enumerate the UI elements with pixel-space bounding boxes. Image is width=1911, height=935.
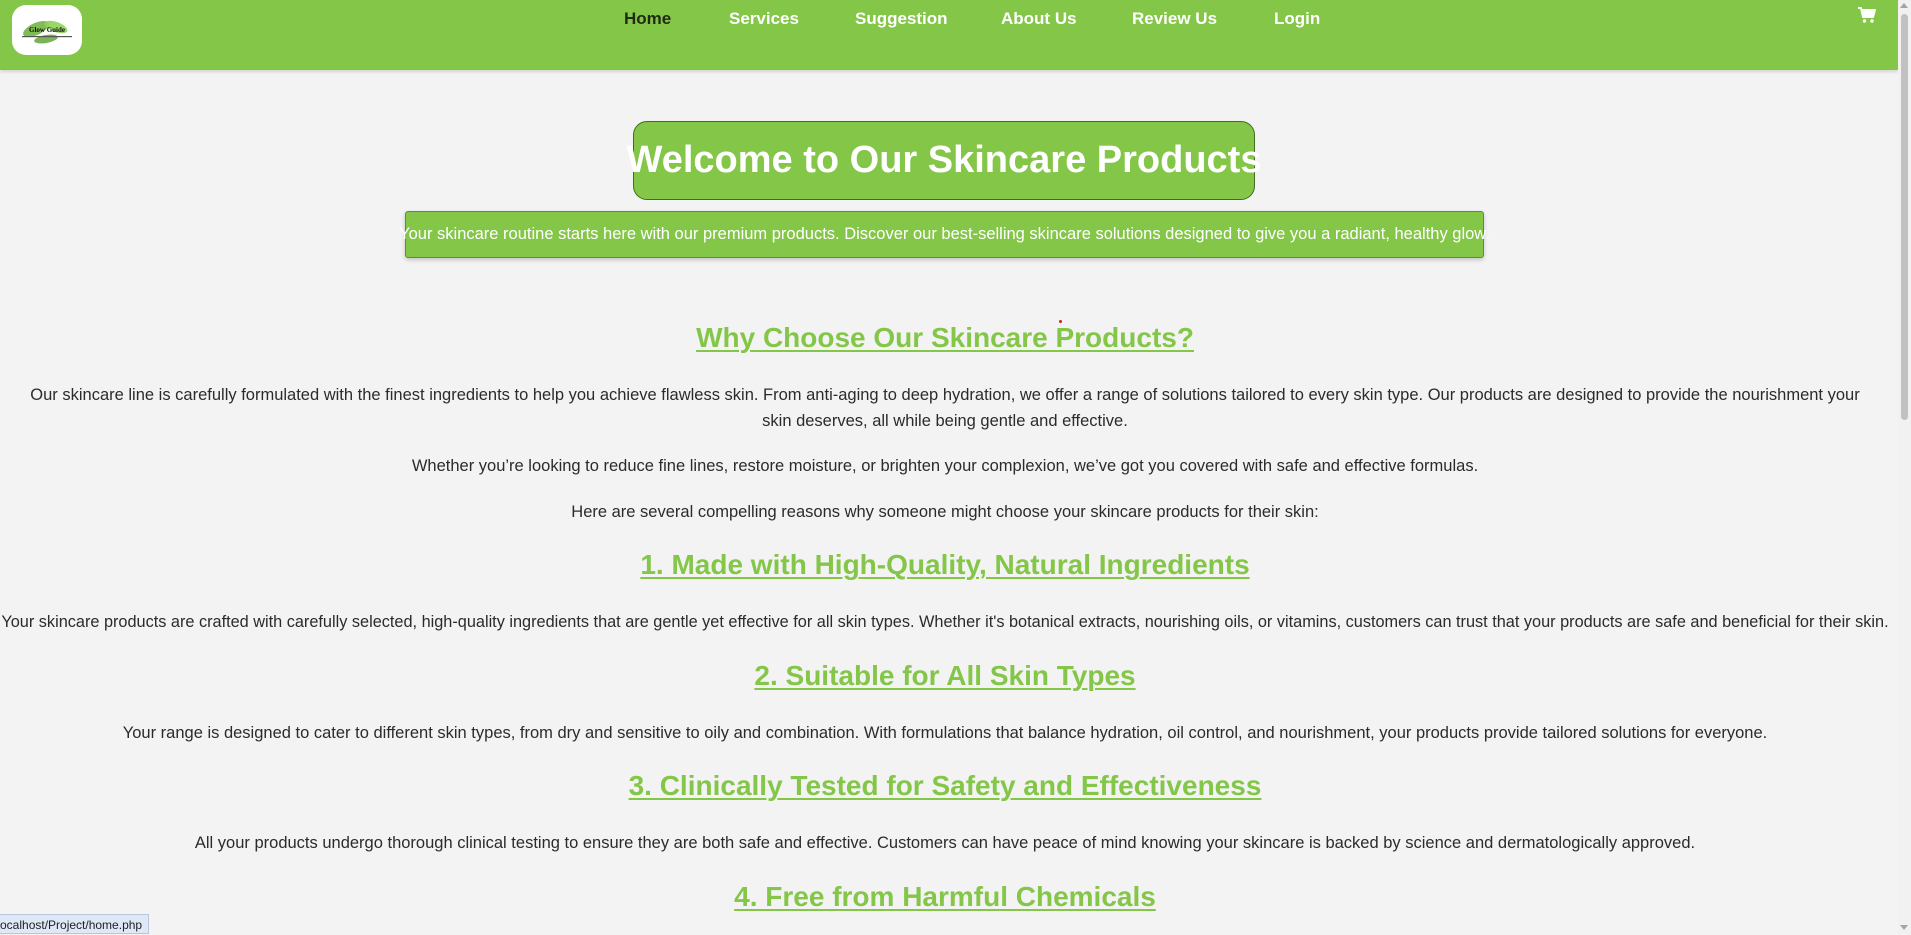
why-heading: Why Choose Our Skincare Products? <box>696 322 1194 353</box>
intro-banner: Your skincare routine starts here with o… <box>399 211 1490 258</box>
scroll-up-arrow-icon[interactable] <box>1900 3 1908 8</box>
page-title: Welcome to Our Skincare Products <box>626 139 1262 181</box>
reason-text-2: Your range is designed to cater to diffe… <box>122 724 1768 742</box>
scroll-thumb[interactable] <box>1901 14 1908 420</box>
why-paragraph-2: Whether you’re looking to reduce fine li… <box>411 457 1479 475</box>
reason-text-3: All your products undergo thorough clini… <box>194 834 1696 852</box>
reason-heading-2: 2. Suitable for All Skin Types <box>754 660 1136 691</box>
nav-services[interactable]: Services <box>729 9 799 29</box>
main-nav: Home Services Suggestion About Us Review… <box>0 9 1898 29</box>
intro-text: Your skincare routine starts here with o… <box>399 225 1490 243</box>
nav-home[interactable]: Home <box>624 9 671 29</box>
nav-about-us[interactable]: About Us <box>1001 9 1077 29</box>
link-status-bar: ocalhost/Project/home.php <box>0 914 150 934</box>
reason-heading-4: 4. Free from Harmful Chemicals <box>734 881 1156 912</box>
cart-icon <box>1858 7 1876 23</box>
vertical-scrollbar[interactable] <box>1898 0 1911 934</box>
welcome-banner: Welcome to Our Skincare Products <box>627 121 1261 200</box>
scroll-down-arrow-icon[interactable] <box>1900 925 1908 930</box>
reason-text-1: Your skincare products are crafted with … <box>1 613 1889 631</box>
nav-suggestion[interactable]: Suggestion <box>855 9 948 29</box>
reason-heading-3: 3. Clinically Tested for Safety and Effe… <box>628 770 1262 801</box>
reason-heading-1: 1. Made with High-Quality, Natural Ingre… <box>640 549 1250 580</box>
nav-review-us[interactable]: Review Us <box>1132 9 1217 29</box>
cart-button[interactable] <box>1857 6 1877 24</box>
site-header: Glow Guide Home Services Suggestion Abou… <box>0 0 1898 70</box>
why-paragraph-3: Here are several compelling reasons why … <box>571 503 1319 521</box>
nav-login[interactable]: Login <box>1274 9 1320 29</box>
why-paragraph-1: Our skincare line is carefully formulate… <box>30 386 1860 430</box>
